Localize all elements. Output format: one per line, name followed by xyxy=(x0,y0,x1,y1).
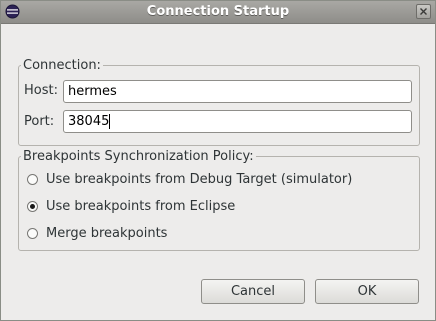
connection-legend: Connection: xyxy=(23,58,101,73)
breakpoints-policy-legend: Breakpoints Synchronization Policy: xyxy=(23,149,254,164)
port-input[interactable] xyxy=(63,110,412,133)
radio-button[interactable] xyxy=(27,201,38,212)
radio-label[interactable]: Merge breakpoints xyxy=(46,226,167,242)
radio-selected-dot xyxy=(30,204,35,209)
host-label: Host: xyxy=(24,83,58,98)
connection-startup-dialog: Connection Startup Connection: Host: Por… xyxy=(0,0,436,321)
cancel-button[interactable]: Cancel xyxy=(201,279,305,304)
radio-button[interactable] xyxy=(27,228,38,239)
title-bar[interactable]: Connection Startup xyxy=(1,1,435,24)
port-label: Port: xyxy=(24,114,55,129)
ok-button[interactable]: OK xyxy=(315,279,419,304)
close-icon[interactable] xyxy=(416,4,431,19)
host-input[interactable] xyxy=(63,80,412,103)
radio-button[interactable] xyxy=(27,174,38,185)
dialog-title: Connection Startup xyxy=(146,4,290,19)
text-cursor xyxy=(109,114,110,129)
radio-label[interactable]: Use breakpoints from Eclipse xyxy=(46,199,235,215)
radio-label[interactable]: Use breakpoints from Debug Target (simul… xyxy=(46,172,352,188)
